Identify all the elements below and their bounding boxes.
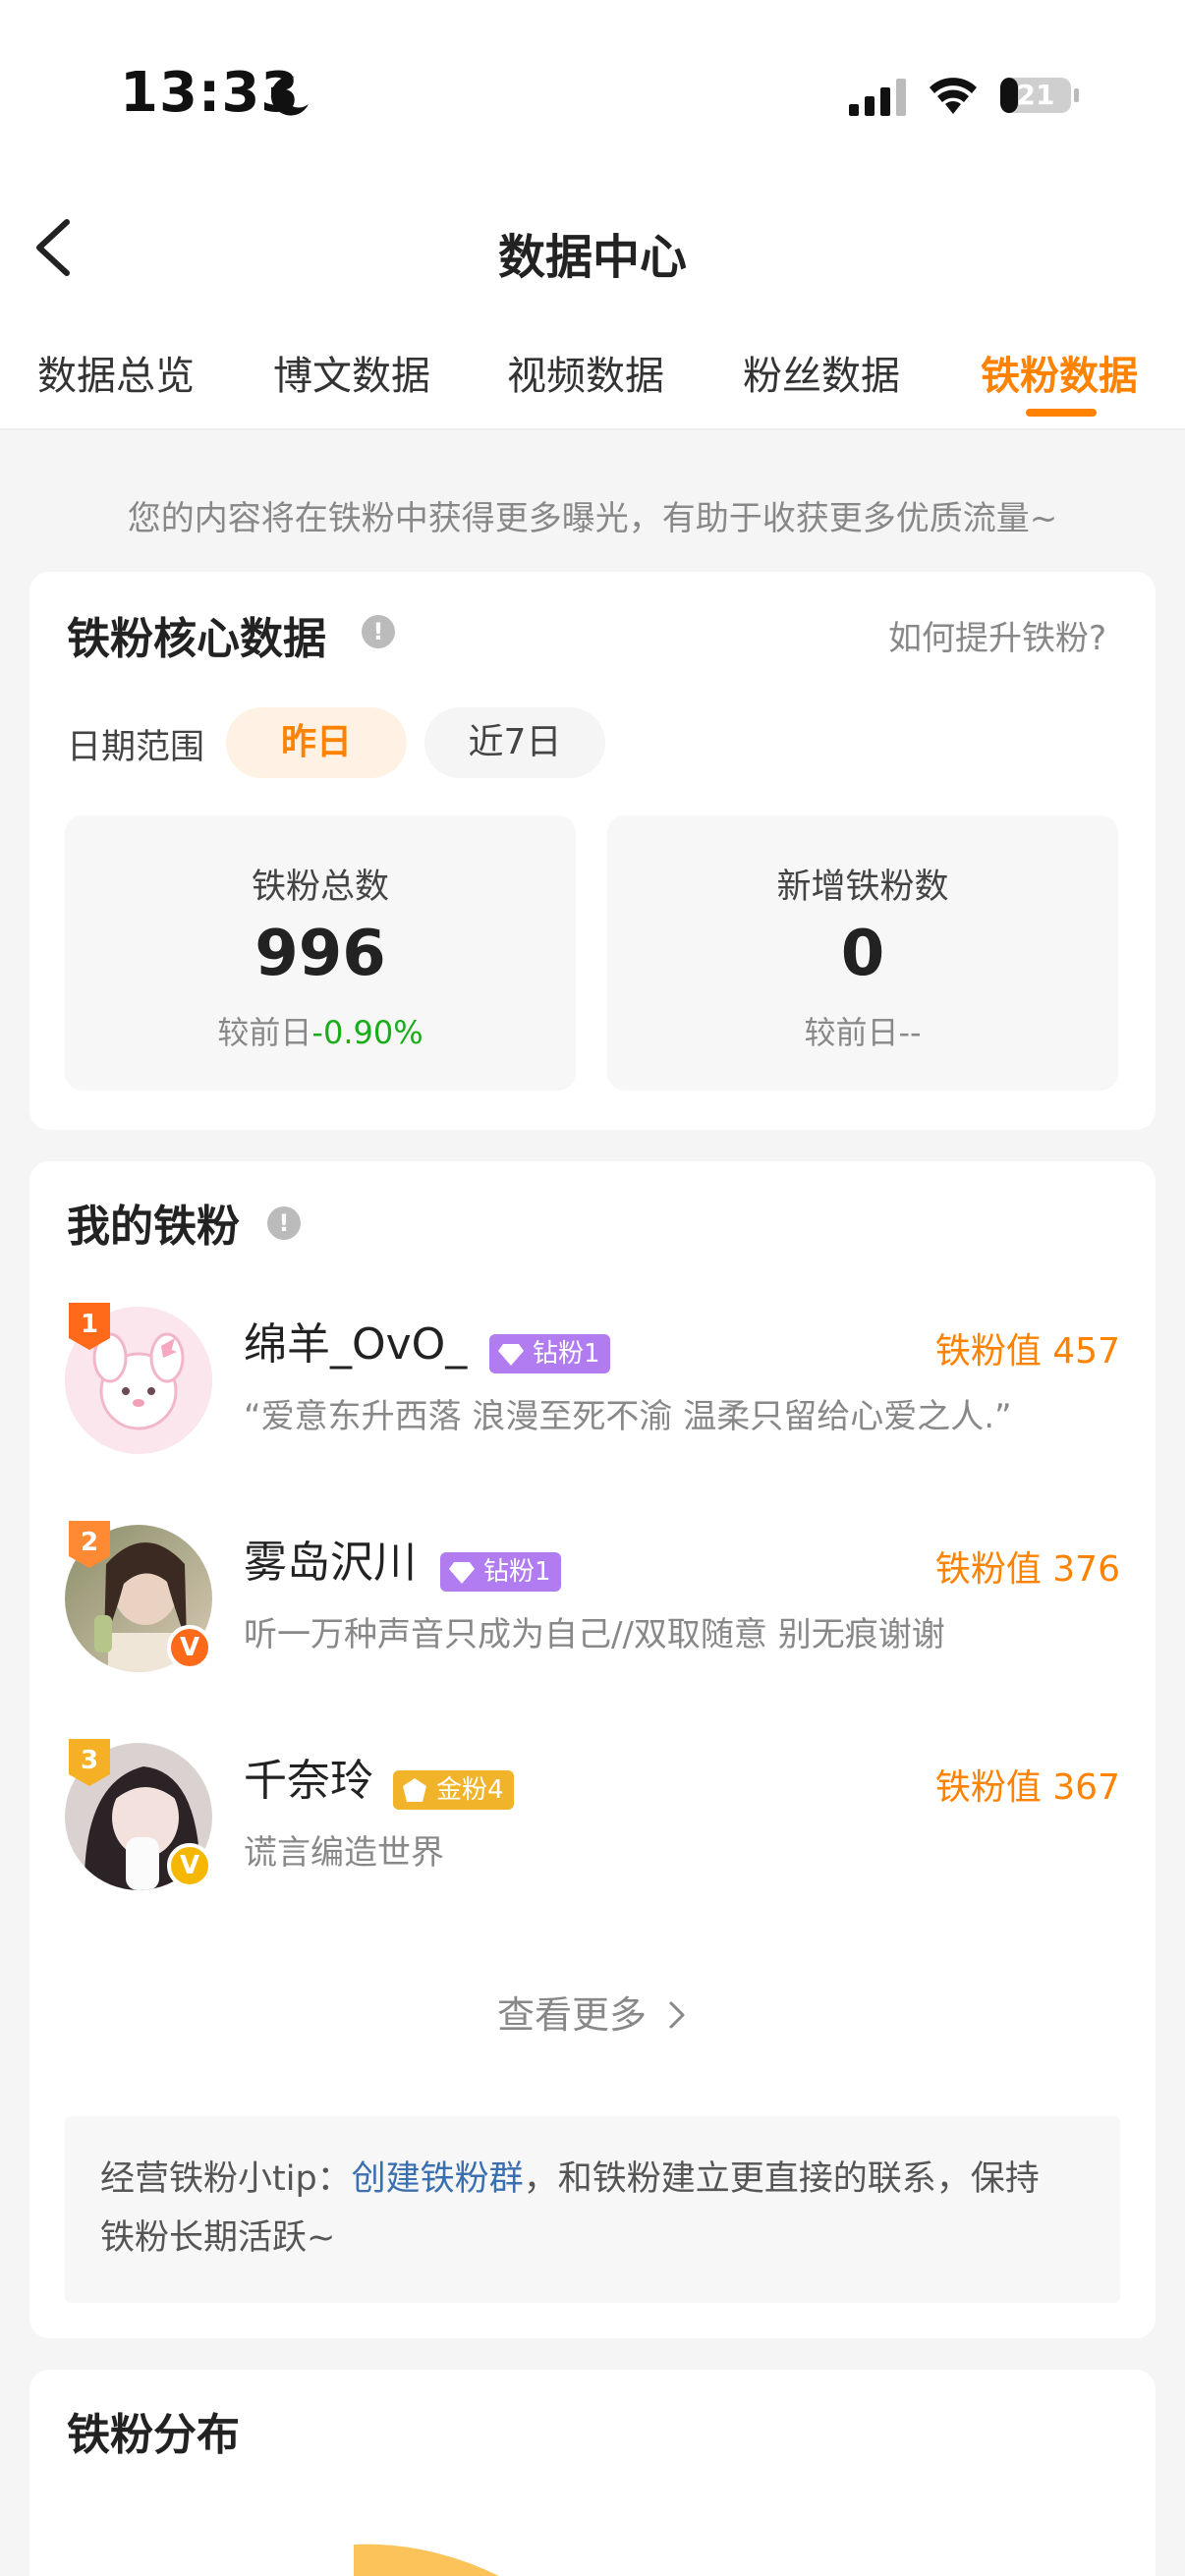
gold-gem-icon	[403, 1778, 426, 1802]
my-fans-title: 我的铁粉	[67, 1202, 240, 1252]
rank-badge-icon: 2	[69, 1521, 110, 1568]
rank-badge-icon: 1	[69, 1303, 110, 1350]
stat-value: 996	[254, 918, 386, 990]
create-fan-group-link[interactable]: 创建铁粉群	[352, 2159, 524, 2199]
battery-level: 21	[1016, 79, 1055, 111]
info-icon[interactable]: !	[362, 615, 395, 648]
fan-list-item[interactable]: 3 V 千奈玲 金粉4 铁粉值 367 谎言编造世界	[29, 1739, 1156, 1910]
svg-text:3: 3	[81, 1746, 98, 1775]
chevron-right-icon	[669, 2001, 685, 2029]
tip-text: 经营铁粉小tip：创建铁粉群，和铁粉建立更直接的联系，保持 铁粉长期活跃~	[100, 2159, 1040, 2258]
tab-overview[interactable]: 数据总览	[37, 344, 195, 401]
fan-score: 铁粉值 367	[934, 1767, 1120, 1808]
stat-delta-value: --	[898, 1014, 922, 1051]
stat-delta-prefix: 较前日	[217, 1014, 312, 1051]
tab-fans[interactable]: 粉丝数据	[743, 344, 900, 401]
iron-fan-distribution-card: 铁粉分布	[29, 2370, 1156, 2576]
core-data-card: 铁粉核心数据 ! 如何提升铁粉? 日期范围 昨日 近7日 铁粉总数 996 较前…	[29, 572, 1156, 1130]
diamond-icon	[449, 1562, 475, 1584]
stat-delta-prefix: 较前日	[804, 1014, 899, 1051]
stat-delta-value: -0.90%	[311, 1014, 423, 1051]
info-icon[interactable]: !	[267, 1206, 301, 1240]
my-iron-fans-card: 我的铁粉 ! 1 绵羊_OvO_ 钻粉1 铁粉值 457 “爱意东升西落 浪漫至…	[29, 1161, 1156, 2338]
fan-name[interactable]: 绵羊_OvO_	[244, 1309, 467, 1372]
cellular-signal-icon	[849, 79, 906, 116]
exposure-notice: 您的内容将在铁粉中获得更多曝光，有助于收获更多优质流量~	[127, 499, 1058, 538]
diamond-icon	[498, 1344, 524, 1366]
fan-bio: “爱意东升西落 浪漫至死不渝 温柔只留给心爱之人.”	[244, 1397, 1012, 1436]
how-to-improve-link[interactable]: 如何提升铁粉?	[888, 611, 1106, 659]
moon-icon	[270, 76, 309, 116]
fan-list-item[interactable]: 2 V 雾岛沢川 钻粉1 铁粉值 376 听一万种声音只成为自己//双取随意 别…	[29, 1521, 1156, 1692]
header-divider	[0, 428, 1185, 430]
tab-videos[interactable]: 视频数据	[507, 344, 664, 401]
fan-tag-badge: 钻粉1	[489, 1334, 610, 1373]
stat-total-iron-fans: 铁粉总数 996 较前日-0.90%	[65, 815, 576, 1091]
see-more-link[interactable]: 查看更多	[29, 1985, 1156, 2039]
stat-delta: 较前日--	[607, 1008, 1118, 1053]
battery-icon: 21	[998, 75, 1081, 116]
fan-tag-badge: 钻粉1	[440, 1552, 561, 1592]
date-option-yesterday[interactable]: 昨日	[226, 707, 407, 778]
fan-bio: 听一万种声音只成为自己//双取随意 别无痕谢谢	[244, 1615, 945, 1654]
tab-iron-fans[interactable]: 铁粉数据	[981, 344, 1138, 401]
fan-bio: 谎言编造世界	[244, 1833, 444, 1873]
stat-label: 铁粉总数	[251, 868, 389, 907]
verified-badge-icon: V	[167, 1843, 212, 1888]
fan-tag-badge: 金粉4	[393, 1770, 514, 1810]
iron-fan-tip-box: 经营铁粉小tip：创建铁粉群，和铁粉建立更直接的联系，保持 铁粉长期活跃~	[65, 2116, 1120, 2303]
distribution-chart-slice	[354, 2544, 500, 2576]
page-title: 数据中心	[497, 230, 687, 285]
tab-posts[interactable]: 博文数据	[273, 344, 430, 401]
wifi-icon	[930, 78, 977, 114]
rank-badge-icon: 3	[69, 1739, 110, 1786]
date-option-7days[interactable]: 近7日	[424, 707, 605, 778]
core-data-title: 铁粉核心数据	[67, 614, 326, 664]
stat-new-iron-fans: 新增铁粉数 0 较前日--	[607, 815, 1118, 1091]
fan-name[interactable]: 千奈玲	[244, 1745, 373, 1808]
verified-badge-icon: V	[167, 1625, 212, 1670]
fan-score: 铁粉值 457	[934, 1331, 1120, 1372]
svg-text:1: 1	[81, 1310, 98, 1339]
fan-score: 铁粉值 376	[934, 1549, 1120, 1590]
distribution-title: 铁粉分布	[67, 2410, 240, 2460]
stat-value: 0	[840, 918, 885, 990]
stat-delta: 较前日-0.90%	[65, 1008, 576, 1053]
date-range-label: 日期范围	[67, 728, 205, 767]
fan-list-item[interactable]: 1 绵羊_OvO_ 钻粉1 铁粉值 457 “爱意东升西落 浪漫至死不渝 温柔只…	[29, 1303, 1156, 1474]
svg-text:2: 2	[81, 1528, 98, 1557]
fan-name[interactable]: 雾岛沢川	[244, 1527, 417, 1590]
active-tab-indicator	[1026, 409, 1097, 417]
stat-label: 新增铁粉数	[776, 868, 949, 907]
